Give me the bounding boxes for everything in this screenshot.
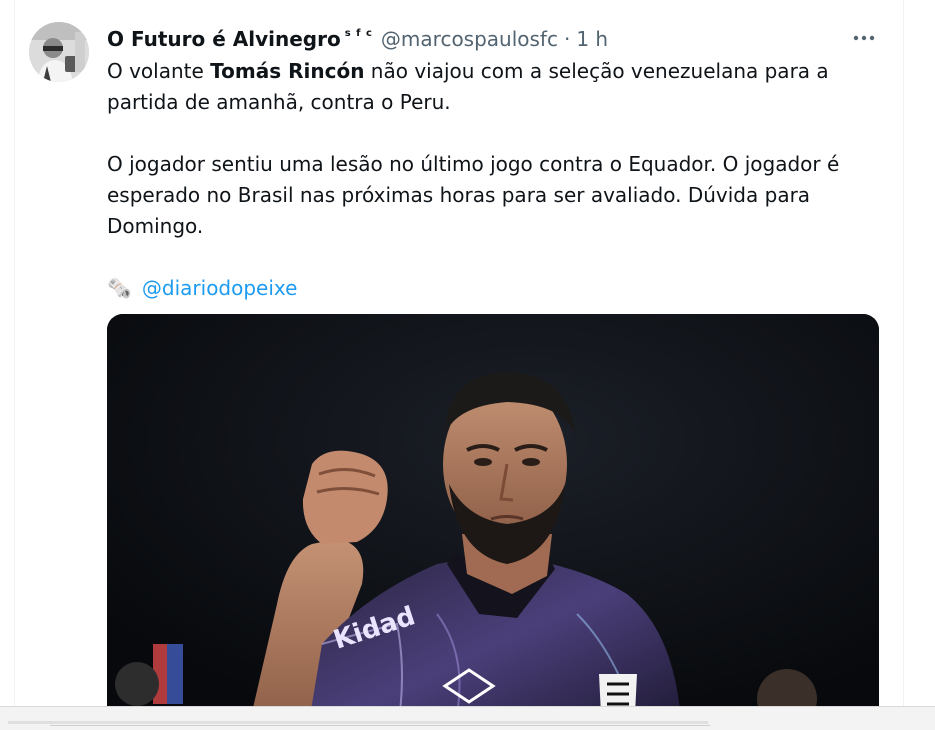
avatar[interactable] — [29, 22, 89, 82]
newspaper-icon: 🗞️ — [107, 276, 132, 300]
page: O Futuro é Alvinegro s f c @marcospaulos… — [0, 0, 935, 730]
author-display-name[interactable]: O Futuro é Alvinegro — [107, 27, 341, 51]
player-photo: Kidad umbro — [107, 314, 879, 706]
bottom-divider — [50, 725, 710, 730]
more-horizontal-icon — [853, 35, 875, 41]
text-segment: O volante — [107, 59, 211, 83]
text-segment: não viajou com a seleção venezuelana par… — [364, 59, 829, 83]
avatar-image — [29, 22, 89, 82]
horizontal-scrollbar[interactable] — [8, 721, 708, 724]
mention-link[interactable]: @diariodopeixe — [142, 273, 298, 304]
author-handle[interactable]: @marcospaulosfc — [381, 27, 558, 51]
tweet-header: O Futuro é Alvinegro s f c @marcospaulos… — [107, 24, 608, 54]
tweet-media-photo[interactable]: Kidad umbro — [107, 314, 879, 706]
tweet-card[interactable]: O Futuro é Alvinegro s f c @marcospaulos… — [14, 0, 904, 706]
player-name: Tomás Rincón — [210, 59, 365, 83]
author-badge: s f c — [344, 27, 373, 39]
tweet-text-line: esperado no Brasil nas próximas horas pa… — [107, 183, 811, 207]
source-line: 🗞️ @diariodopeixe — [107, 273, 867, 304]
tweet-text-line: O volante Tomás Rincón não viajou com a … — [107, 56, 867, 87]
tweet-timestamp[interactable]: 1 h — [576, 27, 608, 51]
tweet-text: O volante Tomás Rincón não viajou com a … — [107, 56, 867, 304]
separator-dot: · — [563, 27, 571, 51]
tweet-text-line: O jogador sentiu uma lesão no último jog… — [107, 152, 840, 176]
window-bottom-bar — [0, 706, 935, 730]
tweet-text-line: partida de amanhã, contra o Peru. — [107, 90, 451, 114]
more-options-button[interactable] — [851, 28, 877, 48]
tweet-text-line: Domingo. — [107, 214, 204, 238]
